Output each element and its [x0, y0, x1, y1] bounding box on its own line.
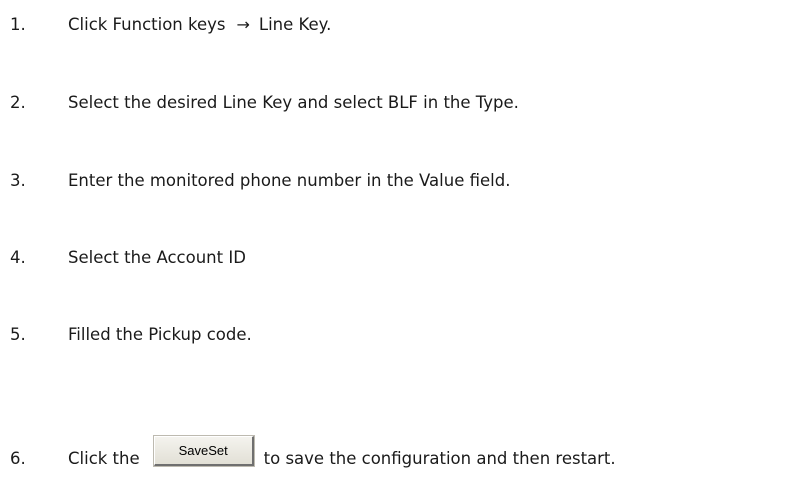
step-text: Filled the Pickup code.: [68, 324, 252, 344]
step-number: 4.: [10, 247, 26, 267]
saveset-button[interactable]: SaveSet: [152, 435, 255, 467]
step-text: Select the Account ID: [68, 247, 246, 267]
step-text: Click Function keys → Line Key.: [68, 15, 331, 34]
step-text: Click the SaveSet to save the configurat…: [68, 435, 616, 473]
step-text-after: Line Key.: [258, 14, 332, 34]
step-number: 2.: [10, 92, 26, 112]
step-text: Select the desired Line Key and select B…: [68, 92, 519, 112]
step-text-after: to save the configuration and then resta…: [263, 448, 616, 468]
step-number: 6.: [10, 448, 26, 468]
step-number: 1.: [10, 14, 26, 34]
step-text: Enter the monitored phone number in the …: [68, 170, 511, 190]
step-number: 3.: [10, 170, 26, 190]
step-text-before: Click Function keys: [68, 14, 226, 34]
step-text-before: Click the: [68, 448, 140, 468]
step-number: 5.: [10, 324, 26, 344]
right-arrow-icon: →: [236, 14, 250, 34]
